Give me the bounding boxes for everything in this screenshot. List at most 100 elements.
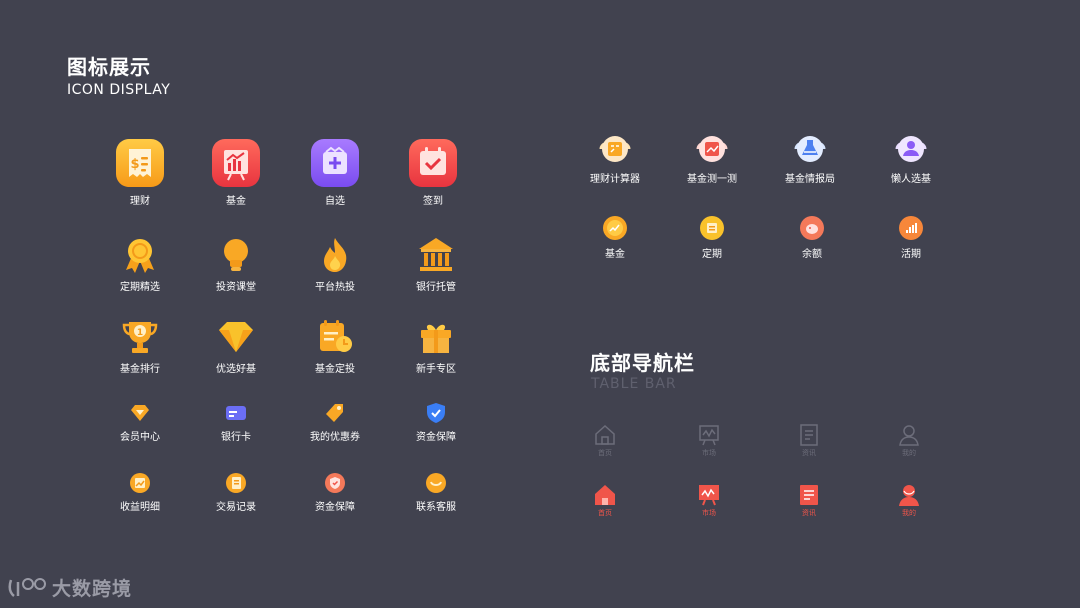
tab-news-active[interactable]: 资讯	[779, 483, 839, 518]
icon-label: 收益明细	[120, 502, 160, 513]
home-outline-icon	[595, 424, 615, 445]
earnings-icon	[130, 473, 150, 493]
icon-cell-jijin-ceyice[interactable]: 基金测一测	[662, 132, 762, 185]
tab-profile-active[interactable]: 我的	[879, 483, 939, 518]
icon-cell-touzi-ketang[interactable]: 投资课堂	[186, 236, 286, 293]
flask-icon	[794, 136, 826, 162]
receipt-money-icon: $	[116, 139, 164, 187]
tab-home-active[interactable]: 首页	[575, 483, 635, 518]
tab-profile-inactive[interactable]: 我的	[879, 423, 939, 458]
icon-label: 理财计算器	[590, 174, 640, 185]
icon-cell-jijin-dingtou[interactable]: 基金定投	[285, 318, 385, 375]
icon-cell-jijin[interactable]: 基金	[186, 138, 286, 207]
tab-label: 市场	[702, 509, 716, 517]
svg-text:$: $	[130, 157, 139, 172]
home-filled-icon	[595, 485, 615, 505]
icon-cell-dingqi-coin[interactable]: 定期	[662, 215, 762, 260]
icon-label: 新手专区	[416, 364, 456, 375]
icon-cell-yue-coin[interactable]: 余额	[762, 215, 862, 260]
icon-label: 银行卡	[221, 432, 251, 443]
tab-home-inactive[interactable]: 首页	[575, 423, 635, 458]
icon-label: 优选好基	[216, 364, 256, 375]
profile-filled-icon	[899, 485, 919, 506]
bank-card-icon	[226, 406, 246, 420]
icon-label: 会员中心	[120, 432, 160, 443]
icon-cell-jijin-paihang[interactable]: 1 基金排行	[90, 318, 190, 375]
tab-label: 资讯	[802, 449, 816, 457]
icon-cell-shouyi-mingxi[interactable]: 收益明细	[90, 472, 190, 513]
market-outline-icon	[699, 425, 719, 446]
shield-badge-icon	[325, 473, 345, 493]
icon-label: 银行托管	[416, 282, 456, 293]
icon-cell-zijin-baozhang-2[interactable]: 资金保障	[285, 472, 385, 513]
icon-label: 资金保障	[315, 502, 355, 513]
gift-icon	[421, 324, 451, 353]
icon-cell-jijin-qingbaoju[interactable]: 基金情报局	[760, 132, 860, 185]
tab-market-active[interactable]: 市场	[679, 483, 739, 518]
icon-cell-jiaoyi-jilu[interactable]: 交易记录	[186, 472, 286, 513]
tab-label: 我的	[902, 509, 916, 517]
tab-market-inactive[interactable]: 市场	[679, 423, 739, 458]
tab-label: 我的	[902, 449, 916, 457]
icon-label: 理财	[130, 196, 150, 207]
diamond-icon	[219, 322, 253, 352]
icon-cell-youhuiquan[interactable]: 我的优惠券	[285, 402, 385, 443]
calendar-check-icon	[409, 139, 457, 187]
tabbar-section-subtitle: TABLE BAR	[591, 376, 677, 392]
trophy-icon: 1	[122, 322, 158, 353]
icon-label: 基金排行	[120, 364, 160, 375]
icon-cell-xinshou-zhuanqu[interactable]: 新手专区	[386, 318, 486, 375]
icon-cell-huoqi-coin[interactable]: 活期	[861, 215, 961, 260]
transaction-record-icon	[226, 473, 246, 493]
icon-cell-youxuan-haoji[interactable]: 优选好基	[186, 318, 286, 375]
icon-cell-dingqi-jingxuan[interactable]: 定期精选	[90, 236, 190, 293]
small-diamond-icon	[131, 405, 149, 421]
watermark-text: 大数跨境	[52, 578, 133, 600]
shield-check-icon	[427, 403, 445, 423]
icon-label: 基金测一测	[687, 174, 737, 185]
page-subtitle: ICON DISPLAY	[67, 82, 171, 98]
icon-cell-licai-jisuanqi[interactable]: 理财计算器	[565, 132, 665, 185]
icon-label: 余额	[802, 249, 822, 260]
award-ribbon-icon	[126, 239, 154, 273]
lightbulb-icon	[224, 239, 248, 271]
icon-cell-pingtai-retou[interactable]: 平台热投	[285, 236, 385, 293]
icon-label: 资金保障	[416, 432, 456, 443]
icon-label: 基金情报局	[785, 174, 835, 185]
scheduled-doc-icon	[320, 320, 352, 352]
profile-outline-icon	[899, 425, 919, 446]
icon-display-page: 图标展示 ICON DISPLAY $ 理财 基金 自选 签到 定期精选 投资课…	[0, 0, 1080, 608]
icon-cell-yinhangka[interactable]: 银行卡	[186, 402, 286, 443]
icon-cell-zijin-baozhang-1[interactable]: 资金保障	[386, 402, 486, 443]
icon-cell-huiyuan-zhongxin[interactable]: 会员中心	[90, 402, 190, 443]
tab-news-inactive[interactable]: 资讯	[779, 423, 839, 458]
icon-label: 投资课堂	[216, 282, 256, 293]
market-filled-icon	[699, 485, 719, 506]
icon-cell-yinhang-tuoguan[interactable]: 银行托管	[386, 236, 486, 293]
person-pick-icon	[895, 136, 927, 162]
customer-service-icon	[426, 473, 446, 493]
icon-label: 签到	[423, 196, 443, 207]
fund-test-icon	[696, 136, 728, 162]
fund-coin-icon	[603, 216, 627, 240]
tabbar-section-title: 底部导航栏	[590, 351, 695, 375]
calculator-icon	[599, 136, 631, 162]
icon-label: 平台热投	[315, 282, 355, 293]
icon-label: 基金定投	[315, 364, 355, 375]
page-title: 图标展示	[67, 55, 151, 79]
icon-label: 我的优惠券	[310, 432, 360, 443]
icon-label: 基金	[226, 196, 246, 207]
icon-label: 活期	[901, 249, 921, 260]
icon-cell-lianxi-kefu[interactable]: 联系客服	[386, 472, 486, 513]
icon-cell-licai[interactable]: $ 理财	[90, 138, 190, 207]
icon-cell-qiandao[interactable]: 签到	[383, 138, 483, 207]
tab-label: 资讯	[802, 509, 816, 517]
icon-label: 交易记录	[216, 502, 256, 513]
icon-cell-lanren-xuanji[interactable]: 懒人选基	[861, 132, 961, 185]
icon-cell-zixuan[interactable]: 自选	[285, 138, 385, 207]
icon-label: 联系客服	[416, 502, 456, 513]
icon-cell-jijin-coin[interactable]: 基金	[565, 215, 665, 260]
bank-building-icon	[419, 238, 453, 271]
chart-board-icon	[212, 139, 260, 187]
tab-label: 市场	[702, 449, 716, 457]
